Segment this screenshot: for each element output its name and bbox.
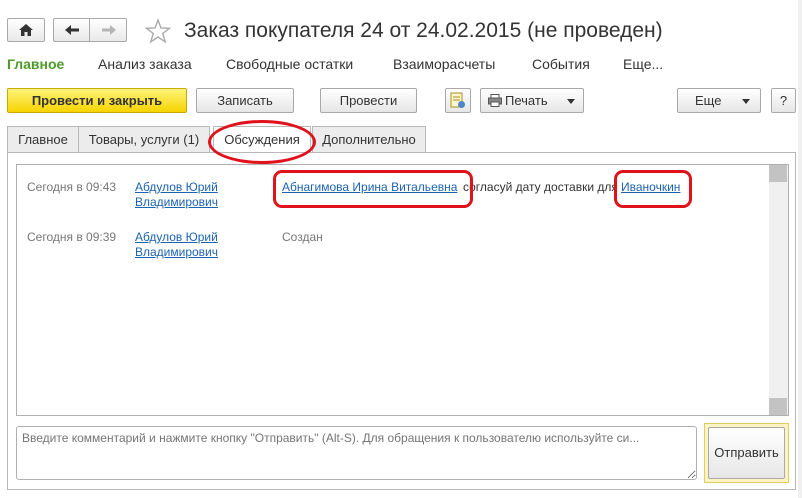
section-events[interactable]: События: [532, 56, 590, 72]
print-dropdown-button[interactable]: Печать: [480, 88, 584, 113]
tab-additional[interactable]: Дополнительно: [312, 126, 426, 153]
tab-main[interactable]: Главное: [7, 126, 79, 153]
arrow-left-icon: [65, 25, 79, 35]
message-author-link-line2[interactable]: Владимирович: [135, 244, 218, 260]
message-author-link-line2[interactable]: Владимирович: [135, 194, 218, 210]
chevron-down-icon: [742, 99, 750, 104]
help-button[interactable]: ?: [771, 88, 796, 113]
document-report-icon: [450, 92, 465, 108]
more-label: Еще: [695, 93, 722, 108]
print-label: Печать: [505, 93, 548, 108]
tab-goods-services[interactable]: Товары, услуги (1): [78, 126, 210, 153]
message-author-link[interactable]: Абдулов Юрий: [135, 229, 218, 245]
comment-input[interactable]: [16, 426, 697, 480]
message-time: Сегодня в 09:43: [27, 180, 117, 194]
section-free-stock[interactable]: Свободные остатки: [226, 56, 353, 72]
window-edge: [798, 0, 802, 498]
message-status: Создан: [282, 230, 323, 244]
section-order-analysis[interactable]: Анализ заказа: [98, 56, 192, 72]
page-title: Заказ покупателя 24 от 24.02.2015 (не пр…: [184, 19, 663, 42]
post-button[interactable]: Провести: [320, 88, 417, 113]
back-button[interactable]: [53, 18, 90, 42]
feed-scrollbar[interactable]: [769, 165, 788, 415]
home-icon: [19, 24, 33, 36]
section-settlements[interactable]: Взаиморасчеты: [393, 56, 495, 72]
message-text: согласуй дату доставки для: [463, 180, 618, 194]
write-button[interactable]: Записать: [196, 88, 294, 113]
more-dropdown-button[interactable]: Еще: [677, 88, 761, 113]
arrow-right-icon: [102, 25, 116, 35]
send-button[interactable]: Отправить: [708, 427, 785, 479]
favorite-star-icon[interactable]: [145, 18, 171, 44]
message-author-link[interactable]: Абдулов Юрий: [135, 179, 218, 195]
section-more[interactable]: Еще...: [623, 56, 663, 72]
message-time: Сегодня в 09:39: [27, 230, 117, 244]
section-main[interactable]: Главное: [7, 56, 64, 72]
mention-link[interactable]: Иваночкин: [621, 179, 680, 195]
scroll-up-button[interactable]: [769, 165, 787, 182]
discussion-feed: [16, 164, 789, 416]
chevron-down-icon: [567, 99, 575, 104]
printer-icon: [488, 94, 502, 107]
report-button[interactable]: [445, 88, 471, 113]
mention-link[interactable]: Абнагимова Ирина Витальевна: [282, 179, 457, 195]
forward-button[interactable]: [89, 18, 127, 42]
home-button[interactable]: [7, 18, 45, 42]
tab-discussions[interactable]: Обсуждения: [213, 126, 311, 154]
post-and-close-button[interactable]: Провести и закрыть: [7, 88, 187, 113]
scroll-down-button[interactable]: [769, 398, 787, 415]
